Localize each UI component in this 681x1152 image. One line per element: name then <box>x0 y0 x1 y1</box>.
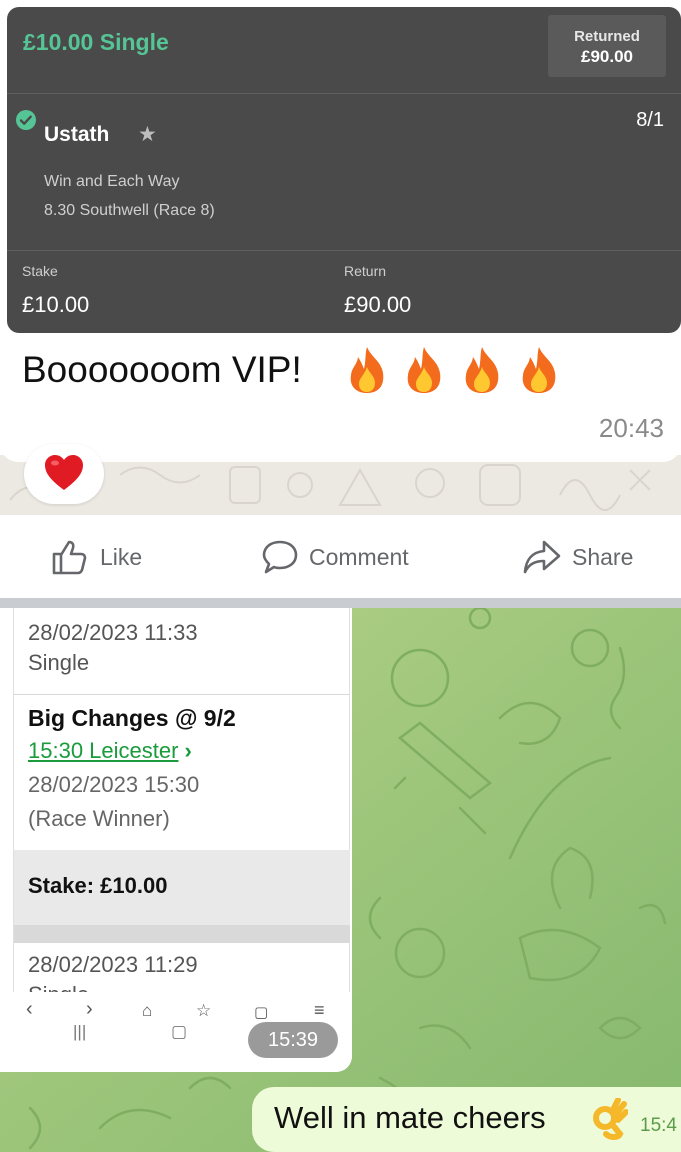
thumbs-up-icon <box>52 540 87 575</box>
star-icon: ★ <box>138 123 157 146</box>
divider <box>7 93 681 94</box>
reaction-badge[interactable] <box>24 444 104 504</box>
fire-icon <box>465 347 499 393</box>
section-separator <box>0 598 681 608</box>
comment-label: Comment <box>309 543 409 570</box>
home-button-icon[interactable]: ▢ <box>171 1022 187 1042</box>
ok-hand-icon <box>588 1097 629 1145</box>
forward-icon[interactable]: › <box>86 998 93 1021</box>
recent-apps-icon[interactable]: ||| <box>73 1022 86 1042</box>
divider <box>14 694 350 695</box>
stake-row: Stake: £10.00 <box>14 850 350 925</box>
market-type: (Race Winner) <box>28 806 170 831</box>
whatsapp-message-section: £10.00 Single Returned £90.00 Ustath ★ 8… <box>0 0 681 515</box>
stake-text: Stake: £10.00 <box>28 873 168 898</box>
stake-value: £10.00 <box>22 292 90 317</box>
comment-icon <box>262 540 298 574</box>
return-label: Return <box>344 263 387 279</box>
return-value: £90.00 <box>344 292 412 317</box>
chevron-right-icon: › <box>184 738 192 763</box>
bet-type: Win and Each Way <box>44 173 180 190</box>
returned-value: £90.00 <box>581 47 633 66</box>
telegram-chat-section: 28/02/2023 11:33 Single Big Changes @ 9/… <box>0 608 681 1152</box>
fire-icon <box>408 347 441 393</box>
race-name: 8.30 Southwell (Race 8) <box>44 202 215 219</box>
comment-button[interactable]: Comment <box>261 537 409 577</box>
message-text: Booooooom VIP! <box>22 349 302 390</box>
home-icon[interactable]: ⌂ <box>142 1001 152 1021</box>
returned-badge: Returned £90.00 <box>548 15 666 77</box>
image-timestamp: 15:39 <box>248 1022 338 1058</box>
fire-emoji-row <box>345 345 570 395</box>
tabs-icon[interactable]: ▢ <box>254 1003 268 1021</box>
menu-icon[interactable]: ≡ <box>314 1000 325 1021</box>
share-button[interactable]: Share <box>522 537 633 577</box>
bet-datetime: 28/02/2023 11:29 <box>28 952 198 977</box>
bet-type: Single <box>28 650 90 675</box>
message-text: Well in mate cheers <box>274 1100 546 1135</box>
odds: 8/1 <box>636 109 664 131</box>
message-bubble[interactable]: £10.00 Single Returned £90.00 Ustath ★ 8… <box>0 0 681 462</box>
heart-icon <box>45 455 83 490</box>
divider <box>14 925 350 943</box>
bet-datetime: 28/02/2023 11:33 <box>28 620 198 645</box>
fire-icon <box>350 347 384 393</box>
like-button[interactable]: Like <box>50 537 142 577</box>
message-time: 20:43 <box>598 413 664 443</box>
runner-name: Ustath <box>44 123 110 146</box>
bet-slip-image[interactable]: £10.00 Single Returned £90.00 Ustath ★ 8… <box>7 7 681 333</box>
selection: Big Changes @ 9/2 <box>28 705 236 731</box>
message-time: 15:4 <box>640 1115 677 1136</box>
stake-label: Stake <box>22 263 58 279</box>
post-actions-bar: Like Comment Share <box>0 515 681 598</box>
race-link[interactable]: 15:30 Leicester › <box>28 738 192 764</box>
bookmark-star-icon[interactable]: ☆ <box>196 1001 211 1021</box>
fire-icon <box>523 347 556 393</box>
share-label: Share <box>572 543 634 570</box>
share-icon <box>523 540 561 574</box>
bet-title: £10.00 Single <box>23 29 169 55</box>
outgoing-message-bubble[interactable]: Well in mate cheers 15:4 <box>252 1087 681 1152</box>
like-label: Like <box>100 543 143 570</box>
check-circle-icon <box>16 110 36 130</box>
race-datetime: 28/02/2023 15:30 <box>28 772 200 797</box>
race-link-text: 15:30 Leicester <box>28 738 179 763</box>
returned-label: Returned <box>574 28 640 45</box>
bet-history-screenshot[interactable]: 28/02/2023 11:33 Single Big Changes @ 9/… <box>0 608 352 1072</box>
back-icon[interactable]: ‹ <box>26 998 33 1021</box>
divider <box>7 250 681 251</box>
